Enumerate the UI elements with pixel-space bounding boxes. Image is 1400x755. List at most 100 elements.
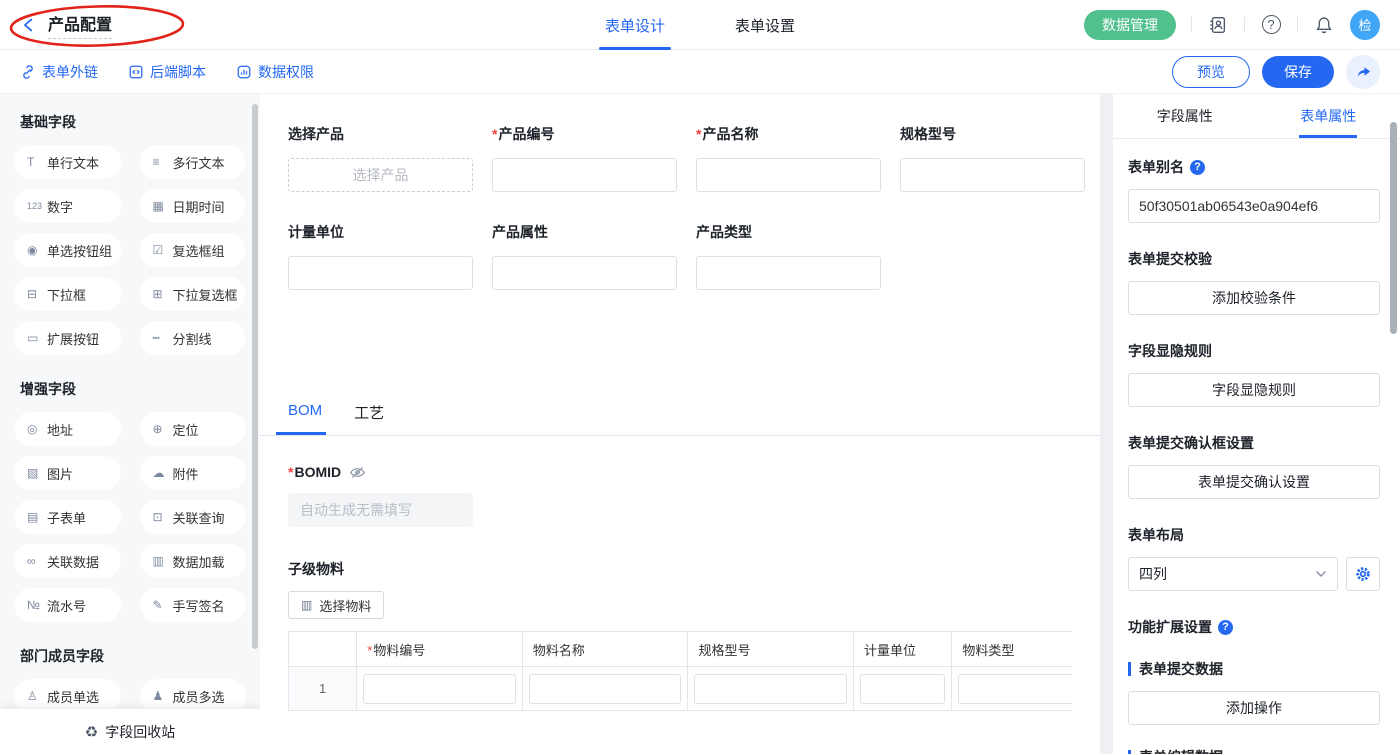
properties-content: 表单别名 ? 表单提交校验 添加校验条件 字段显隐规则 字段显隐规则 表单提交确… [1113,139,1400,754]
field-item-member-multi[interactable]: ♟成员多选 [140,679,247,713]
field-item-multi-text[interactable]: ≡多行文本 [140,145,247,179]
form-design-canvas[interactable]: 选择产品 选择产品 *产品编号 *产品名称 规格型号 计量单位 产品属 [260,94,1100,754]
field-item-signature[interactable]: ✎手写签名 [140,588,247,622]
preview-button[interactable]: 预览 [1172,56,1250,88]
field-item-image[interactable]: ▧图片 [14,456,121,490]
multi-text-icon: ≡ [153,155,173,169]
divider [1244,17,1245,33]
submit-confirm-button[interactable]: 表单提交确认设置 [1128,465,1380,499]
select-product-picker[interactable]: 选择产品 [288,158,473,192]
field-item-relation-data[interactable]: ∞关联数据 [14,544,121,578]
product-name-input[interactable] [696,158,881,192]
field-item-multi-dropdown[interactable]: ⊞下拉复选框 [140,277,247,311]
field-label: 规格型号 [900,124,1085,144]
field-item-subform[interactable]: ▤子表单 [14,500,121,534]
target-icon: ⊕ [153,422,173,436]
layout-select[interactable]: 四列 [1128,557,1338,591]
field-item-data-load[interactable]: ▥数据加载 [140,544,247,578]
tab-form-settings[interactable]: 表单设置 [735,0,795,50]
share-button[interactable] [1346,55,1380,89]
field-recycle-bin[interactable]: ♻ 字段回收站 [0,709,260,754]
back-button[interactable] [20,16,38,34]
product-code-input[interactable] [492,158,677,192]
field-product-code[interactable]: *产品编号 [492,124,677,192]
field-item-geolocate[interactable]: ⊕定位 [140,412,247,446]
divider-icon: ┅ [153,331,173,345]
pick-material-button[interactable]: ▥ 选择物料 [288,591,384,619]
field-product-type[interactable]: 产品类型 [696,222,881,290]
sidebar-scrollbar[interactable] [252,104,258,649]
layout-settings-button[interactable] [1346,557,1380,591]
add-validation-button[interactable]: 添加校验条件 [1128,281,1380,315]
field-item-datetime[interactable]: ▦日期时间 [140,189,247,223]
help-badge-icon[interactable]: ? [1218,620,1233,635]
field-item-divider[interactable]: ┅分割线 [140,321,247,355]
field-label: 选择产品 [288,124,473,144]
tab-form-properties[interactable]: 表单属性 [1257,94,1400,138]
field-item-member-single[interactable]: ♙成员单选 [14,679,121,713]
backend-script-link[interactable]: 后端脚本 [128,62,206,82]
material-code-input[interactable] [363,674,516,704]
save-button[interactable]: 保存 [1262,56,1334,88]
function-extension-heading: 功能扩展设置 ? [1128,617,1380,637]
unit-cell-input[interactable] [860,674,945,704]
field-item-checkbox-group[interactable]: ☑复选框组 [140,233,247,267]
help-badge-icon[interactable]: ? [1190,160,1205,175]
form-alias-input[interactable] [1128,189,1380,223]
toolbar-actions: 预览 保存 [1172,55,1380,89]
col-material-type: 物料类型 [952,632,1072,667]
notification-bell-icon[interactable] [1313,14,1335,36]
unit-input[interactable] [288,256,473,290]
spec-model-input[interactable] [900,158,1085,192]
tab-field-properties[interactable]: 字段属性 [1113,94,1257,138]
col-spec-model: 规格型号 [688,632,854,667]
col-unit: 计量单位 [854,632,952,667]
data-manage-button[interactable]: 数据管理 [1084,10,1176,40]
tab-bom[interactable]: BOM [288,402,322,435]
contacts-icon[interactable] [1207,14,1229,36]
bom-tab-group: BOM 工艺 [288,402,1072,435]
data-permission-link[interactable]: 数据权限 [236,62,314,82]
add-submit-action-button[interactable]: 添加操作 [1128,691,1380,725]
spec-model-cell-input[interactable] [694,674,847,704]
subtable-wrapper: *物料编号 物料名称 规格型号 计量单位 物料类型 1 [288,631,1072,711]
field-item-number[interactable]: 123数字 [14,189,121,223]
help-icon[interactable]: ? [1260,14,1282,36]
product-attr-input[interactable] [492,256,677,290]
field-product-attr[interactable]: 产品属性 [492,222,677,290]
properties-tabs: 字段属性 表单属性 [1113,94,1400,139]
material-type-input[interactable] [958,674,1072,704]
field-item-dropdown[interactable]: ⊟下拉框 [14,277,121,311]
page-title[interactable]: 产品配置 [48,11,112,39]
product-type-input[interactable] [696,256,881,290]
tab-craft[interactable]: 工艺 [354,402,384,435]
user-avatar[interactable]: 检 [1350,10,1380,40]
checkbox-icon: ☑ [153,243,173,257]
multi-dropdown-icon: ⊞ [153,287,173,301]
field-spec-model[interactable]: 规格型号 [900,124,1085,192]
window-scrollbar[interactable] [1390,122,1397,334]
field-label: *产品编号 [492,124,677,144]
field-item-serial-number[interactable]: №流水号 [14,588,121,622]
field-unit[interactable]: 计量单位 [288,222,473,290]
field-item-attachment[interactable]: ☁附件 [140,456,247,490]
field-item-address[interactable]: ◎地址 [14,412,121,446]
field-item-relation-query[interactable]: ⊡关联查询 [140,500,247,534]
form-row-1: 选择产品 选择产品 *产品编号 *产品名称 规格型号 [288,124,1072,192]
field-item-radio-group[interactable]: ◉单选按钮组 [14,233,121,267]
relation-query-icon: ⊡ [153,510,173,524]
bomid-input[interactable] [288,493,473,527]
chevron-left-icon [20,16,38,34]
field-item-extend-button[interactable]: ▭扩展按钮 [14,321,121,355]
field-item-single-text[interactable]: T单行文本 [14,145,121,179]
eye-slash-icon[interactable] [349,465,366,480]
divider [1297,17,1298,33]
form-external-link[interactable]: 表单外链 [20,62,98,82]
tab-form-design[interactable]: 表单设计 [605,0,665,50]
field-product-name[interactable]: *产品名称 [696,124,881,192]
material-name-input[interactable] [529,674,682,704]
tab-divider [260,435,1100,436]
single-text-icon: T [27,155,47,169]
field-visibility-button[interactable]: 字段显隐规则 [1128,373,1380,407]
field-select-product[interactable]: 选择产品 选择产品 [288,124,473,192]
